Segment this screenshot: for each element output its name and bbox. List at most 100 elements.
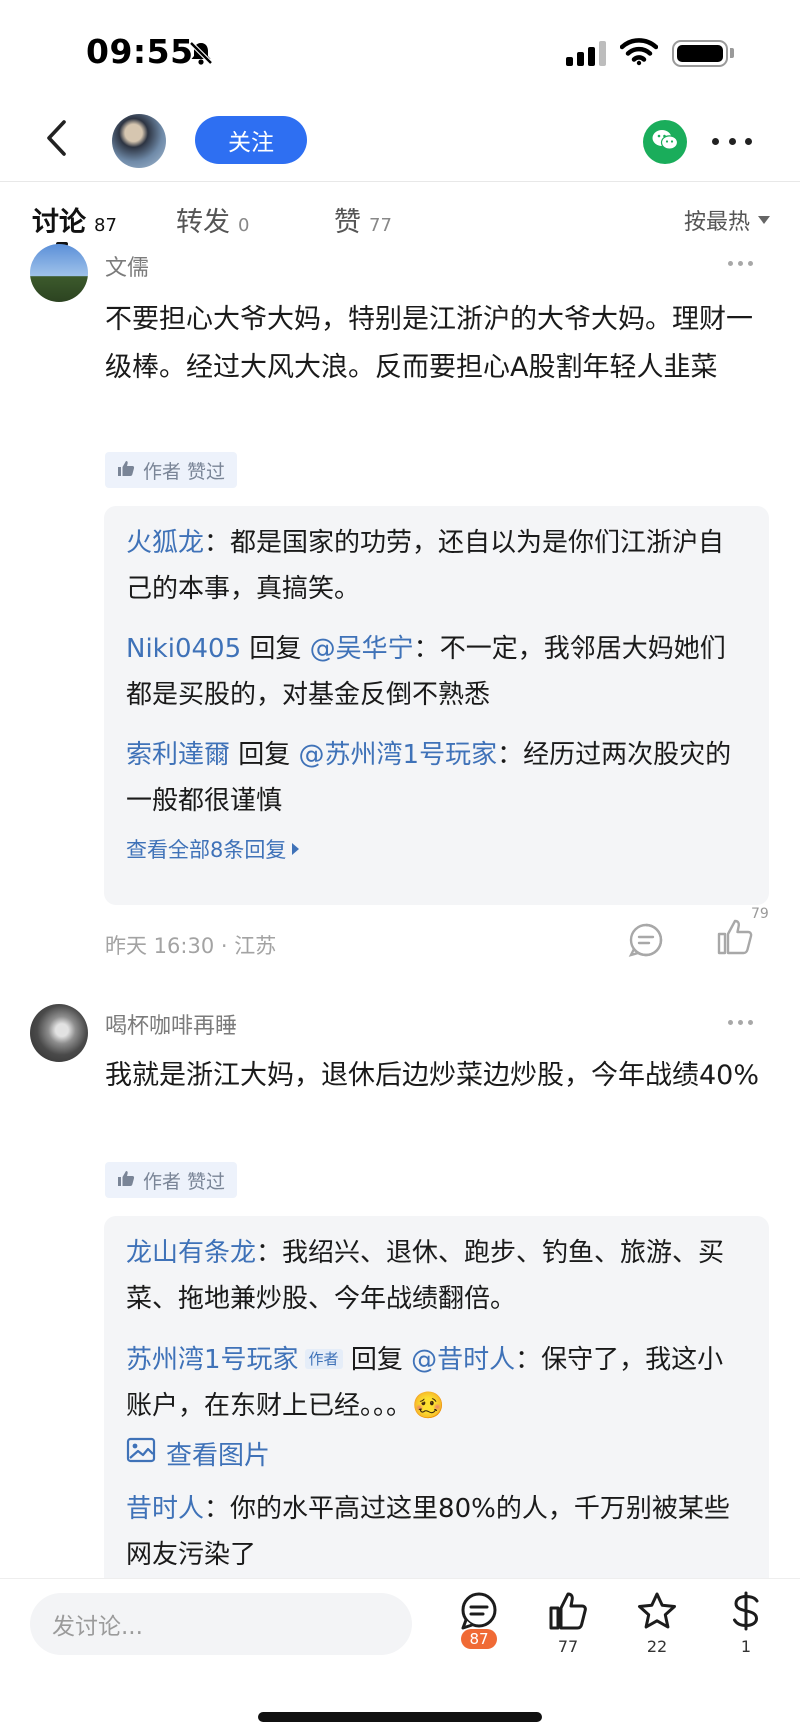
- replies-box: 龙山有条龙：我绍兴、退休、跑步、钓鱼、旅游、买菜、拖地兼炒股、今年战绩翻倍。 苏…: [104, 1216, 769, 1578]
- view-image-link[interactable]: 查看图片: [126, 1435, 747, 1472]
- nav-bar: 关注: [0, 100, 800, 182]
- reply-separator: ：: [256, 1238, 283, 1268]
- comment-text: 不要担心大爷大妈，特别是江浙沪的大爷大妈。理财一级棒。经过大风大浪。反而要担心A…: [105, 304, 753, 383]
- comment-text: 我就是浙江大妈，退休后边炒菜边炒股，今年战绩40%: [105, 1060, 760, 1091]
- comment-more-button[interactable]: [728, 1020, 753, 1025]
- tip-button[interactable]: 1: [711, 1591, 781, 1656]
- signal-icon: [566, 40, 606, 66]
- commenter-avatar[interactable]: [30, 1004, 88, 1062]
- reply-mention[interactable]: @吴华宁: [310, 634, 414, 664]
- thumb-up-icon: [117, 1169, 135, 1192]
- more-button[interactable]: [712, 128, 752, 154]
- status-bar: 09:55: [0, 0, 800, 100]
- reply-separator: ：: [515, 1345, 542, 1375]
- view-all-label: 查看全部8条回复: [126, 838, 287, 862]
- discussion-input[interactable]: 发讨论...: [30, 1593, 412, 1655]
- reply-word: 回复: [230, 740, 299, 770]
- battery-icon: [672, 40, 728, 67]
- more-icon: [728, 1020, 733, 1025]
- view-all-replies-link[interactable]: 查看全部8条回复: [126, 834, 747, 884]
- bell-off-icon: [188, 40, 214, 70]
- thumb-up-icon: [117, 459, 135, 482]
- reply-separator: ：: [413, 634, 440, 664]
- reply-separator: ：: [204, 528, 231, 558]
- dollar-icon: [729, 1591, 763, 1635]
- comments-button[interactable]: 87: [444, 1591, 514, 1649]
- tab-count: 0: [238, 215, 250, 236]
- view-image-label: 查看图片: [166, 1441, 271, 1471]
- tab-count: 77: [369, 215, 392, 236]
- reply-mention[interactable]: @昔时人: [411, 1345, 515, 1375]
- reply-separator: ：: [497, 740, 524, 770]
- wechat-share-button[interactable]: [643, 120, 687, 164]
- tab-label: 转发: [176, 207, 230, 238]
- discussion-input-placeholder: 发讨论...: [52, 1614, 143, 1640]
- tab-repost[interactable]: 转发 0: [176, 200, 249, 239]
- reply-emoji: 🥴: [412, 1391, 445, 1421]
- back-button[interactable]: [34, 118, 78, 162]
- reply-username[interactable]: 龙山有条龙: [126, 1238, 256, 1268]
- battery-tip: [730, 48, 734, 58]
- home-indicator: [258, 1712, 542, 1722]
- star-icon: [636, 1591, 678, 1635]
- reply-username[interactable]: 昔时人: [126, 1494, 204, 1524]
- reply-username[interactable]: Niki0405: [126, 634, 241, 664]
- thumb-up-icon: [716, 919, 754, 960]
- reply-item[interactable]: Niki0405 回复 @吴华宁：不一定，我邻居大妈她们都是买股的，对基金反倒不…: [126, 626, 747, 718]
- comment-icon: [628, 923, 664, 962]
- comment-reply-button[interactable]: [628, 922, 664, 962]
- sort-dropdown[interactable]: 按最热: [684, 204, 770, 236]
- author-liked-text: 作者 赞过: [143, 460, 226, 483]
- reply-item[interactable]: 索利達爾 回复 @苏州湾1号玩家：经历过两次股灾的一般都很谨慎: [126, 732, 747, 824]
- tab-label: 赞: [334, 207, 361, 238]
- tab-likes[interactable]: 赞 77: [334, 200, 392, 239]
- tips-count: 1: [740, 1637, 752, 1656]
- tab-bar: 讨论 87 转发 0 赞 77 按最热: [0, 190, 800, 254]
- author-liked-badge: 作者 赞过: [105, 1162, 238, 1198]
- favorite-button[interactable]: 22: [622, 1591, 692, 1656]
- status-time: 09:55: [86, 32, 194, 71]
- sort-label: 按最热: [683, 210, 750, 235]
- author-liked-text: 作者 赞过: [143, 1170, 226, 1193]
- more-icon: [728, 261, 733, 266]
- back-icon: [44, 118, 68, 162]
- comments-count-badge: 87: [461, 1629, 497, 1649]
- comment-like-button[interactable]: [716, 918, 754, 960]
- commenter-avatar[interactable]: [30, 244, 88, 302]
- favorites-count: 22: [646, 1637, 668, 1656]
- reply-word: 回复: [342, 1345, 412, 1375]
- commenter-name[interactable]: 喝杯咖啡再睡: [105, 1008, 237, 1040]
- reply-item[interactable]: 龙山有条龙：我绍兴、退休、跑步、钓鱼、旅游、买菜、拖地兼炒股、今年战绩翻倍。: [126, 1230, 747, 1322]
- reply-mention[interactable]: @苏州湾1号玩家: [299, 740, 498, 770]
- reply-username[interactable]: 苏州湾1号玩家: [126, 1345, 299, 1375]
- triangle-right-icon: [292, 843, 300, 855]
- tab-discussion[interactable]: 讨论 87: [32, 200, 117, 239]
- reply-username[interactable]: 火狐龙: [126, 528, 204, 558]
- reply-item[interactable]: 昔时人：你的水平高过这里80%的人，千万别被某些网友污染了: [126, 1486, 747, 1578]
- replies-box: 火狐龙：都是国家的功劳，还自以为是你们江浙沪自己的本事，真搞笑。 Niki040…: [104, 506, 769, 905]
- commenter-name[interactable]: 文儒: [105, 250, 149, 282]
- reply-item[interactable]: 苏州湾1号玩家 作者 回复 @昔时人：保守了，我这小账户，在东财上已经。。。🥴: [126, 1336, 747, 1429]
- author-liked-badge: 作者 赞过: [105, 452, 238, 488]
- comment-meta: 昨天 16:30 · 江苏: [105, 934, 277, 958]
- reply-word: 回复: [241, 634, 310, 664]
- bottom-bar: 发讨论... 87 77 22 1: [0, 1578, 800, 1734]
- image-icon: [126, 1437, 156, 1470]
- reply-item[interactable]: 火狐龙：都是国家的功劳，还自以为是你们江浙沪自己的本事，真搞笑。: [126, 520, 747, 612]
- tab-count: 87: [94, 215, 117, 236]
- tab-label: 讨论: [32, 207, 86, 238]
- like-button[interactable]: 77: [533, 1591, 603, 1656]
- follow-button[interactable]: 关注: [195, 116, 307, 164]
- comment-like-count: 79: [751, 906, 769, 922]
- author-avatar[interactable]: [112, 114, 166, 168]
- author-tag: 作者: [304, 1349, 343, 1369]
- reply-separator: ：: [204, 1494, 231, 1524]
- wifi-icon: [619, 36, 659, 70]
- thumb-up-icon: [548, 1591, 588, 1635]
- likes-count: 77: [557, 1637, 579, 1656]
- more-icon: [712, 137, 719, 145]
- reply-username[interactable]: 索利達爾: [126, 740, 230, 770]
- comment-more-button[interactable]: [728, 261, 753, 266]
- caret-down-icon: [758, 216, 770, 224]
- wechat-icon: [651, 128, 679, 156]
